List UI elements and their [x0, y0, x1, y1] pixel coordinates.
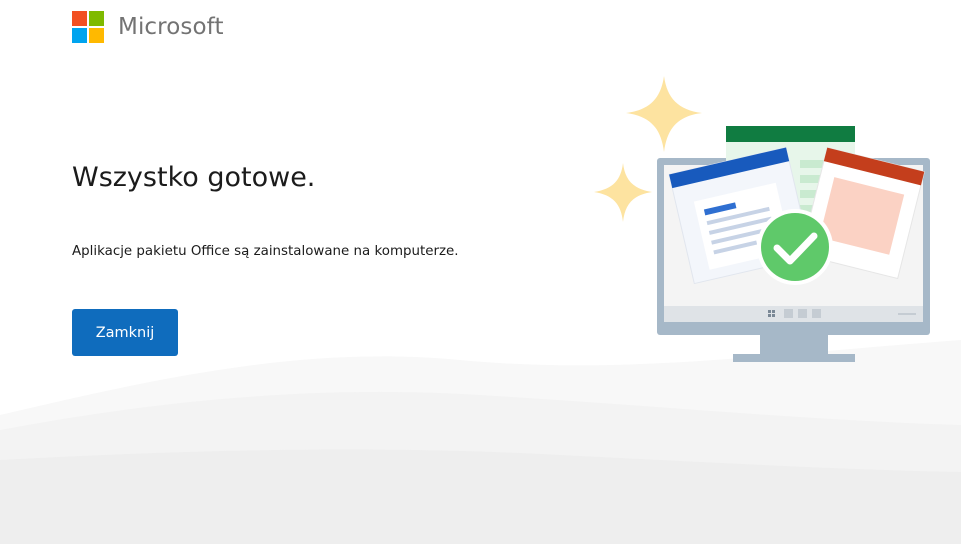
- setup-complete-window: Microsoft Wszystko gotowe. Aplikacje pak…: [0, 0, 961, 544]
- monitor-base: [733, 354, 855, 362]
- checkmark-icon: [757, 209, 833, 285]
- install-complete-message: Aplikacje pakietu Office są zainstalowan…: [72, 244, 459, 259]
- monitor-taskbar: [664, 306, 923, 322]
- page-title: Wszystko gotowe.: [72, 162, 316, 193]
- sparkle-icon: [626, 76, 702, 152]
- close-button[interactable]: Zamknij: [72, 309, 178, 356]
- logo-square-green: [89, 11, 104, 26]
- monitor-stand: [760, 333, 828, 355]
- brand-header: Microsoft: [72, 11, 224, 43]
- sparkle-icon: [594, 163, 652, 222]
- logo-square-blue: [72, 28, 87, 43]
- logo-square-red: [72, 11, 87, 26]
- brand-name: Microsoft: [118, 14, 224, 40]
- office-installed-monitor-illustration: [594, 76, 930, 362]
- logo-square-yellow: [89, 28, 104, 43]
- microsoft-logo-icon: [72, 11, 105, 43]
